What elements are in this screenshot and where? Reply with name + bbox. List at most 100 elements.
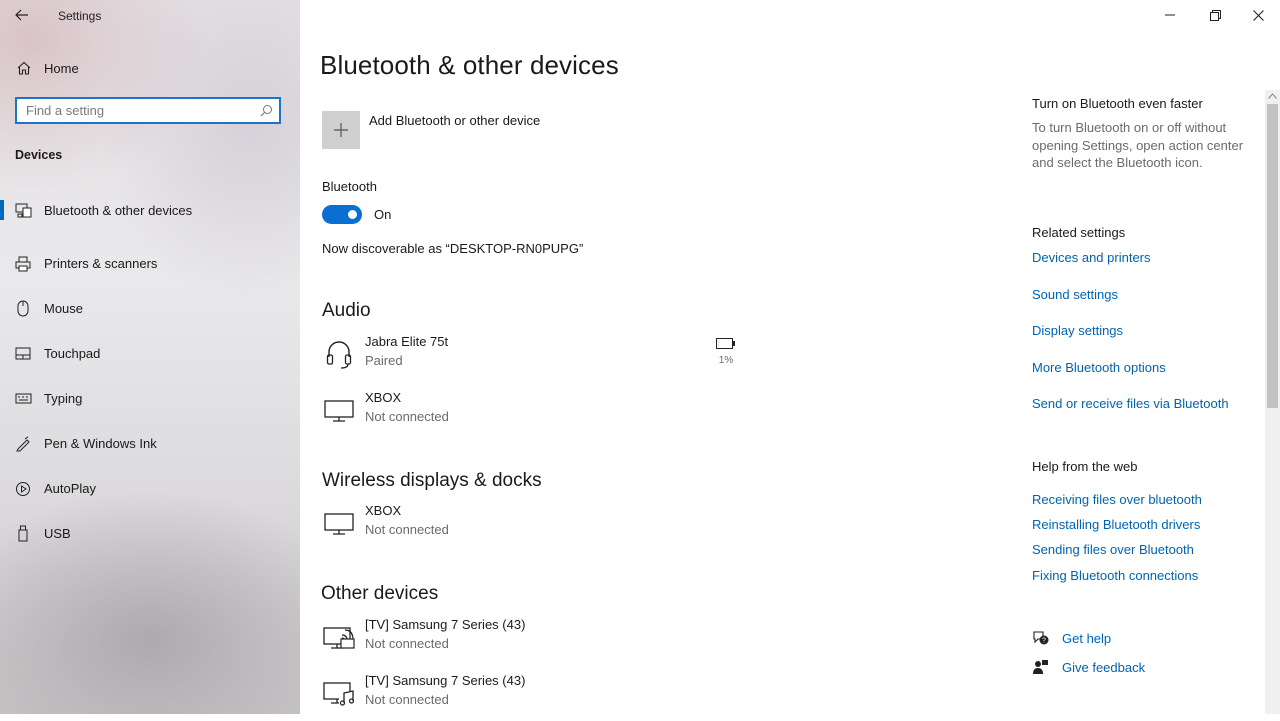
search-box xyxy=(15,97,281,124)
toggle-knob xyxy=(348,210,357,219)
help-chat-icon: ? xyxy=(1032,630,1049,646)
scrollbar-thumb[interactable] xyxy=(1267,104,1278,408)
minimize-icon xyxy=(1165,10,1175,20)
device-xbox-display[interactable]: XBOX Not connected xyxy=(320,503,750,551)
bluetooth-toggle[interactable] xyxy=(322,205,362,224)
bluetooth-devices-icon xyxy=(13,203,33,218)
give-feedback-link[interactable]: Give feedback xyxy=(1032,659,1145,675)
bluetooth-toggle-state: On xyxy=(374,207,391,222)
device-status: Not connected xyxy=(365,636,449,651)
app-title: Settings xyxy=(58,9,101,23)
mouse-icon xyxy=(13,300,33,317)
sidebar-item-typing[interactable]: Typing xyxy=(0,376,300,421)
get-help-label: Get help xyxy=(1062,631,1111,646)
search-input[interactable] xyxy=(17,99,258,122)
feedback-icon xyxy=(1032,659,1049,675)
sidebar: Settings Home Devices Bluetooth & other … xyxy=(0,0,300,714)
sidebar-item-label: Touchpad xyxy=(44,346,100,361)
link-receiving-files[interactable]: Receiving files over bluetooth xyxy=(1032,492,1202,507)
plus-icon xyxy=(333,122,349,138)
web-heading: Help from the web xyxy=(1032,459,1262,474)
scroll-up-icon[interactable] xyxy=(1268,93,1277,99)
close-icon xyxy=(1253,10,1264,21)
device-name: [TV] Samsung 7 Series (43) xyxy=(365,617,525,632)
device-status: Not connected xyxy=(365,522,449,537)
svg-text:?: ? xyxy=(1042,638,1046,645)
link-sound-settings[interactable]: Sound settings xyxy=(1032,287,1118,302)
device-xbox-audio[interactable]: XBOX Not connected xyxy=(320,390,750,438)
scrollbar[interactable] xyxy=(1265,90,1280,714)
headset-icon xyxy=(322,340,356,370)
link-fixing-connections[interactable]: Fixing Bluetooth connections xyxy=(1032,568,1198,583)
sidebar-item-label: USB xyxy=(44,526,71,541)
discoverable-text: Now discoverable as “DESKTOP-RN0PUPG” xyxy=(322,241,583,256)
sidebar-nav: Bluetooth & other devices Printers & sca… xyxy=(0,196,300,556)
link-reinstalling-drivers[interactable]: Reinstalling Bluetooth drivers xyxy=(1032,517,1200,532)
close-button[interactable] xyxy=(1236,0,1280,30)
device-name: [TV] Samsung 7 Series (43) xyxy=(365,673,525,688)
keyboard-icon xyxy=(13,393,33,404)
sidebar-item-mouse[interactable]: Mouse xyxy=(0,286,300,331)
sidebar-item-label: Bluetooth & other devices xyxy=(44,203,192,218)
sidebar-section-title: Devices xyxy=(15,148,62,162)
battery-indicator: 1% xyxy=(716,336,736,366)
pen-icon xyxy=(13,436,33,452)
restore-button[interactable] xyxy=(1193,0,1237,30)
device-jabra[interactable]: Jabra Elite 75t Paired 1% xyxy=(320,334,750,382)
printer-icon xyxy=(13,256,33,272)
link-devices-printers[interactable]: Devices and printers xyxy=(1032,250,1151,265)
back-button[interactable] xyxy=(8,2,36,28)
back-arrow-icon xyxy=(15,9,29,21)
usb-icon xyxy=(13,525,33,542)
sidebar-item-printers[interactable]: Printers & scanners xyxy=(0,241,300,286)
link-send-receive-files[interactable]: Send or receive files via Bluetooth xyxy=(1032,396,1229,411)
sidebar-item-label: Mouse xyxy=(44,301,83,316)
other-heading: Other devices xyxy=(321,583,438,605)
sidebar-item-label: Printers & scanners xyxy=(44,256,157,271)
link-sending-files[interactable]: Sending files over Bluetooth xyxy=(1032,542,1194,557)
sidebar-item-label: Typing xyxy=(44,391,82,406)
minimize-button[interactable] xyxy=(1148,0,1192,30)
touchpad-icon xyxy=(13,347,33,360)
sidebar-item-pen[interactable]: Pen & Windows Ink xyxy=(0,421,300,466)
audio-heading: Audio xyxy=(322,300,371,322)
monitor-icon xyxy=(322,396,356,426)
link-display-settings[interactable]: Display settings xyxy=(1032,323,1123,338)
sidebar-item-touchpad[interactable]: Touchpad xyxy=(0,331,300,376)
device-name: XBOX xyxy=(365,503,401,518)
get-help-link[interactable]: ? Get help xyxy=(1032,630,1111,646)
wireless-heading: Wireless displays & docks xyxy=(322,470,542,492)
page-title: Bluetooth & other devices xyxy=(320,50,619,81)
faster-text: To turn Bluetooth on or off without open… xyxy=(1032,119,1257,172)
search-icon[interactable] xyxy=(260,104,273,122)
restore-icon xyxy=(1210,10,1221,21)
add-device-button[interactable] xyxy=(322,111,360,149)
home-icon xyxy=(14,60,34,76)
device-status: Paired xyxy=(365,353,403,368)
tv-media-icon xyxy=(322,679,356,709)
device-status: Not connected xyxy=(365,692,449,707)
link-more-bluetooth[interactable]: More Bluetooth options xyxy=(1032,360,1166,375)
device-name: Jabra Elite 75t xyxy=(365,334,448,349)
sidebar-item-usb[interactable]: USB xyxy=(0,511,300,556)
tv-wireless-icon xyxy=(322,623,356,653)
battery-percent: 1% xyxy=(716,355,736,366)
autoplay-icon xyxy=(13,481,33,497)
related-heading: Related settings xyxy=(1032,225,1262,240)
sidebar-item-bluetooth[interactable]: Bluetooth & other devices xyxy=(0,196,300,241)
device-status: Not connected xyxy=(365,409,449,424)
battery-icon xyxy=(716,338,736,349)
faster-heading: Turn on Bluetooth even faster xyxy=(1032,96,1262,111)
sidebar-item-label: Pen & Windows Ink xyxy=(44,436,157,451)
add-device-label[interactable]: Add Bluetooth or other device xyxy=(369,113,540,128)
device-samsung-tv-1[interactable]: [TV] Samsung 7 Series (43) Not connected xyxy=(320,617,750,665)
give-feedback-label: Give feedback xyxy=(1062,660,1145,675)
sidebar-item-autoplay[interactable]: AutoPlay xyxy=(0,466,300,511)
faster-panel: Turn on Bluetooth even faster To turn Bl… xyxy=(1032,96,1262,172)
monitor-icon xyxy=(322,509,356,539)
bluetooth-label: Bluetooth xyxy=(322,179,377,194)
sidebar-home-label: Home xyxy=(44,61,79,76)
sidebar-item-label: AutoPlay xyxy=(44,481,96,496)
sidebar-home[interactable]: Home xyxy=(0,52,300,84)
device-name: XBOX xyxy=(365,390,401,405)
